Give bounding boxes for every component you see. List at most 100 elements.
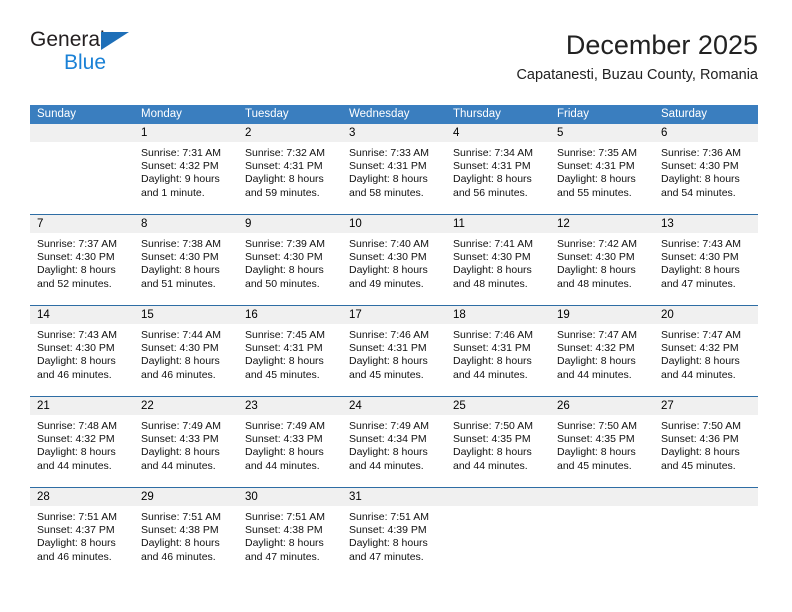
day-detail-line: Sunrise: 7:32 AM xyxy=(245,147,325,159)
calendar-day-cell[interactable]: 5 Sunrise: 7:35 AM Sunset: 4:31 PM Daylight… xyxy=(550,124,654,214)
day-detail-line: Sunset: 4:38 PM xyxy=(245,524,323,537)
day-detail-line: and 44 minutes. xyxy=(661,368,736,381)
day-number: 28 xyxy=(30,488,134,506)
day-sun-details: Sunrise: 7:47 AM Sunset: 4:32 PM Daylight:… xyxy=(550,324,654,382)
day-detail-line: Sunrise: 7:47 AM xyxy=(661,329,741,341)
day-detail-line: and 1 minute. xyxy=(141,186,205,199)
calendar-day-cell[interactable]: 8 Sunrise: 7:38 AM Sunset: 4:30 PM Daylight… xyxy=(134,215,238,305)
day-detail-line: and 44 minutes. xyxy=(453,459,528,472)
day-detail-line: Sunrise: 7:49 AM xyxy=(245,420,325,432)
calendar-day-cell[interactable]: 21 Sunrise: 7:48 AM Sunset: 4:32 PM Dayligh… xyxy=(30,397,134,487)
day-number: 24 xyxy=(342,397,446,415)
calendar-day-cell[interactable]: 20 Sunrise: 7:47 AM Sunset: 4:32 PM Dayligh… xyxy=(654,306,758,396)
day-sun-details: Sunrise: 7:50 AM Sunset: 4:36 PM Daylight:… xyxy=(654,415,758,473)
calendar-day-cell[interactable]: 12 Sunrise: 7:42 AM Sunset: 4:30 PM Dayligh… xyxy=(550,215,654,305)
day-number: 15 xyxy=(134,306,238,324)
day-detail-line: Sunset: 4:31 PM xyxy=(349,342,427,355)
day-number: 2 xyxy=(238,124,342,142)
day-detail-line: Sunrise: 7:34 AM xyxy=(453,147,533,159)
day-detail-line: Sunset: 4:38 PM xyxy=(141,524,219,537)
calendar-day-cell[interactable]: 13 Sunrise: 7:43 AM Sunset: 4:30 PM Dayligh… xyxy=(654,215,758,305)
title-block: December 2025 Capatanesti, Buzau County,… xyxy=(516,28,758,86)
calendar-day-cell[interactable]: 4 Sunrise: 7:34 AM Sunset: 4:31 PM Daylight… xyxy=(446,124,550,214)
day-number xyxy=(446,488,550,506)
calendar-day-cell[interactable]: 18 Sunrise: 7:46 AM Sunset: 4:31 PM Dayligh… xyxy=(446,306,550,396)
day-number: 9 xyxy=(238,215,342,233)
calendar-day-cell[interactable]: 7 Sunrise: 7:37 AM Sunset: 4:30 PM Daylight… xyxy=(30,215,134,305)
calendar-day-cell[interactable]: 6 Sunrise: 7:36 AM Sunset: 4:30 PM Daylight… xyxy=(654,124,758,214)
calendar-day-cell[interactable]: 2 Sunrise: 7:32 AM Sunset: 4:31 PM Daylight… xyxy=(238,124,342,214)
calendar-day-cell[interactable]: 1 Sunrise: 7:31 AM Sunset: 4:32 PM Daylight… xyxy=(134,124,238,214)
day-detail-line: Daylight: 8 hours xyxy=(349,264,428,277)
day-detail-line: Daylight: 8 hours xyxy=(37,355,116,368)
day-detail-line: Sunrise: 7:31 AM xyxy=(141,147,221,159)
day-of-week-thursday: Thursday xyxy=(453,108,501,120)
day-detail-line: Daylight: 8 hours xyxy=(453,264,532,277)
day-number: 8 xyxy=(134,215,238,233)
day-detail-line: Sunset: 4:32 PM xyxy=(661,342,739,355)
calendar-day-cell[interactable]: 17 Sunrise: 7:46 AM Sunset: 4:31 PM Dayligh… xyxy=(342,306,446,396)
day-detail-line: Sunrise: 7:51 AM xyxy=(37,511,117,523)
day-number: 10 xyxy=(342,215,446,233)
calendar-day-cell[interactable]: 30 Sunrise: 7:51 AM Sunset: 4:38 PM Dayligh… xyxy=(238,488,342,578)
day-detail-line: Sunrise: 7:51 AM xyxy=(245,511,325,523)
day-sun-details: Sunrise: 7:43 AM Sunset: 4:30 PM Daylight:… xyxy=(654,233,758,291)
day-number xyxy=(30,124,134,142)
calendar-day-cell[interactable]: 31 Sunrise: 7:51 AM Sunset: 4:39 PM Dayligh… xyxy=(342,488,446,578)
day-detail-line: Sunset: 4:32 PM xyxy=(557,342,635,355)
day-number: 12 xyxy=(550,215,654,233)
day-detail-line: Sunrise: 7:39 AM xyxy=(245,238,325,250)
day-detail-line: and 55 minutes. xyxy=(557,186,632,199)
day-detail-line: Daylight: 8 hours xyxy=(557,173,636,186)
day-number: 26 xyxy=(550,397,654,415)
calendar-day-cell[interactable]: 11 Sunrise: 7:41 AM Sunset: 4:30 PM Dayligh… xyxy=(446,215,550,305)
calendar-day-cell[interactable]: 24 Sunrise: 7:49 AM Sunset: 4:34 PM Dayligh… xyxy=(342,397,446,487)
day-detail-line: Sunrise: 7:45 AM xyxy=(245,329,325,341)
day-detail-line: Daylight: 8 hours xyxy=(661,173,740,186)
calendar-day-cell[interactable]: 28 Sunrise: 7:51 AM Sunset: 4:37 PM Dayligh… xyxy=(30,488,134,578)
page-subtitle: Capatanesti, Buzau County, Romania xyxy=(516,67,758,83)
calendar-day-cell[interactable]: 14 Sunrise: 7:43 AM Sunset: 4:30 PM Dayligh… xyxy=(30,306,134,396)
calendar-day-cell[interactable]: 16 Sunrise: 7:45 AM Sunset: 4:31 PM Dayligh… xyxy=(238,306,342,396)
calendar-week-row: 14 Sunrise: 7:43 AM Sunset: 4:30 PM Dayligh… xyxy=(30,305,758,396)
day-detail-line: Sunset: 4:30 PM xyxy=(245,251,323,264)
calendar-week-row: 7 Sunrise: 7:37 AM Sunset: 4:30 PM Daylight… xyxy=(30,214,758,305)
calendar-week-row: 28 Sunrise: 7:51 AM Sunset: 4:37 PM Dayligh… xyxy=(30,487,758,578)
day-detail-line: and 46 minutes. xyxy=(37,550,112,563)
calendar-day-cell[interactable]: 25 Sunrise: 7:50 AM Sunset: 4:35 PM Dayligh… xyxy=(446,397,550,487)
day-detail-line: and 48 minutes. xyxy=(557,277,632,290)
day-number: 29 xyxy=(134,488,238,506)
calendar-day-cell[interactable]: 23 Sunrise: 7:49 AM Sunset: 4:33 PM Dayligh… xyxy=(238,397,342,487)
day-sun-details: Sunrise: 7:51 AM Sunset: 4:39 PM Daylight:… xyxy=(342,506,446,564)
calendar-day-cell[interactable]: 9 Sunrise: 7:39 AM Sunset: 4:30 PM Daylight… xyxy=(238,215,342,305)
calendar-day-cell[interactable]: 15 Sunrise: 7:44 AM Sunset: 4:30 PM Dayligh… xyxy=(134,306,238,396)
calendar-day-cell[interactable]: 22 Sunrise: 7:49 AM Sunset: 4:33 PM Dayligh… xyxy=(134,397,238,487)
day-detail-line: Daylight: 8 hours xyxy=(661,446,740,459)
calendar-day-cell[interactable]: 19 Sunrise: 7:47 AM Sunset: 4:32 PM Dayligh… xyxy=(550,306,654,396)
day-detail-line: and 59 minutes. xyxy=(245,186,320,199)
calendar-day-cell[interactable]: 26 Sunrise: 7:50 AM Sunset: 4:35 PM Dayligh… xyxy=(550,397,654,487)
day-detail-line: Daylight: 8 hours xyxy=(37,537,116,550)
day-detail-line: and 46 minutes. xyxy=(37,368,112,381)
logo-text-general: General xyxy=(30,28,105,51)
day-detail-line: Sunset: 4:35 PM xyxy=(453,433,531,446)
day-detail-line: and 44 minutes. xyxy=(141,459,216,472)
day-sun-details: Sunrise: 7:42 AM Sunset: 4:30 PM Daylight:… xyxy=(550,233,654,291)
day-detail-line: Sunset: 4:31 PM xyxy=(245,342,323,355)
day-detail-line: Daylight: 8 hours xyxy=(141,537,220,550)
day-detail-line: Sunset: 4:30 PM xyxy=(141,251,219,264)
day-detail-line: Sunrise: 7:43 AM xyxy=(661,238,741,250)
calendar-day-cell[interactable]: 29 Sunrise: 7:51 AM Sunset: 4:38 PM Dayligh… xyxy=(134,488,238,578)
day-number: 23 xyxy=(238,397,342,415)
calendar-day-cell[interactable]: 3 Sunrise: 7:33 AM Sunset: 4:31 PM Daylight… xyxy=(342,124,446,214)
day-detail-line: Daylight: 8 hours xyxy=(557,264,636,277)
day-detail-line: Daylight: 8 hours xyxy=(661,264,740,277)
day-detail-line: Sunrise: 7:37 AM xyxy=(37,238,117,250)
day-detail-line: Sunset: 4:30 PM xyxy=(37,251,115,264)
calendar-day-cell[interactable]: 27 Sunrise: 7:50 AM Sunset: 4:36 PM Dayligh… xyxy=(654,397,758,487)
day-detail-line: and 47 minutes. xyxy=(349,550,424,563)
day-detail-line: Daylight: 8 hours xyxy=(453,446,532,459)
day-detail-line: Sunset: 4:31 PM xyxy=(453,342,531,355)
calendar-day-cell[interactable]: 10 Sunrise: 7:40 AM Sunset: 4:30 PM Dayligh… xyxy=(342,215,446,305)
day-detail-line: Daylight: 8 hours xyxy=(141,264,220,277)
